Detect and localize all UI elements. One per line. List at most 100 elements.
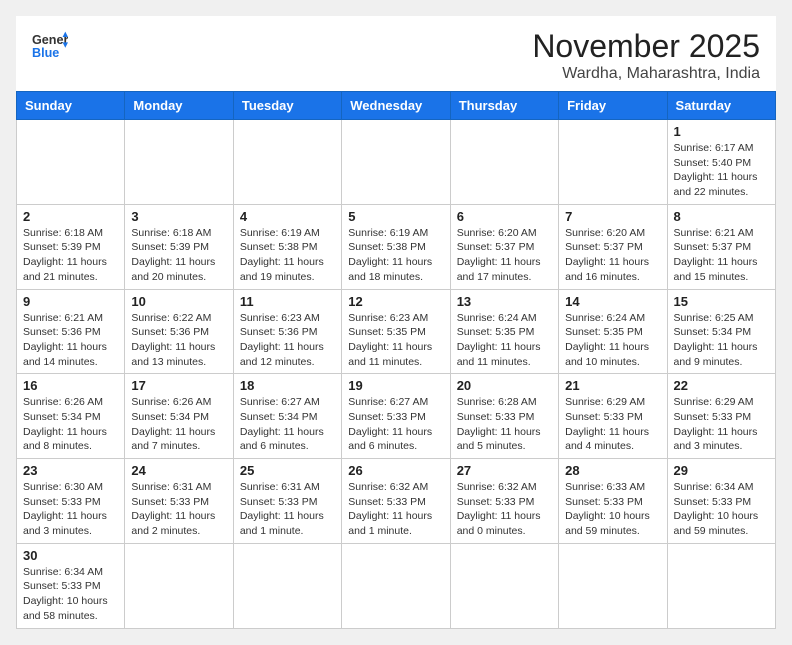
calendar-cell: 26 Sunrise: 6:32 AM Sunset: 5:33 PM Dayli…: [342, 459, 450, 544]
calendar-cell: [342, 543, 450, 628]
day-info: Sunrise: 6:23 AM Sunset: 5:36 PM Dayligh…: [240, 311, 335, 370]
calendar-cell: 2Sunrise: 6:18 AM Sunset: 5:39 PM Daylig…: [17, 204, 125, 289]
day-info: Sunrise: 6:29 AM Sunset: 5:33 PM Dayligh…: [674, 395, 769, 454]
day-info: Sunrise: 6:26 AM Sunset: 5:34 PM Dayligh…: [23, 395, 118, 454]
calendar-cell: 19Sunrise: 6:27 AM Sunset: 5:33 PM Dayli…: [342, 374, 450, 459]
weekday-header-row: SundayMondayTuesdayWednesdayThursdayFrid…: [17, 92, 776, 120]
day-info: Sunrise: 6:17 AM Sunset: 5:40 PM Dayligh…: [674, 141, 769, 200]
calendar-row: 16Sunrise: 6:26 AM Sunset: 5:34 PM Dayli…: [17, 374, 776, 459]
calendar-row: 23 Sunrise: 6:30 AM Sunset: 5:33 PM Dayli…: [17, 459, 776, 544]
day-number: 24: [131, 463, 226, 478]
calendar-cell: 30Sunrise: 6:34 AM Sunset: 5:33 PM Dayli…: [17, 543, 125, 628]
day-number: 5: [348, 209, 443, 224]
weekday-header-monday: Monday: [125, 92, 233, 120]
day-number: 27: [457, 463, 552, 478]
day-number: 12: [348, 294, 443, 309]
day-info: Sunrise: 6:28 AM Sunset: 5:33 PM Dayligh…: [457, 395, 552, 454]
weekday-header-tuesday: Tuesday: [233, 92, 341, 120]
calendar-cell: [233, 120, 341, 205]
calendar-cell: 15 Sunrise: 6:25 AM Sunset: 5:34 PM Dayli…: [667, 289, 775, 374]
day-number: 26: [348, 463, 443, 478]
day-info: Sunrise: 6:30 AM Sunset: 5:33 PM Dayligh…: [23, 480, 118, 539]
calendar-cell: 28Sunrise: 6:33 AM Sunset: 5:33 PM Dayli…: [559, 459, 667, 544]
day-number: 18: [240, 378, 335, 393]
calendar-cell: 27Sunrise: 6:32 AM Sunset: 5:33 PM Dayli…: [450, 459, 558, 544]
day-number: 1: [674, 124, 769, 139]
day-info: Sunrise: 6:22 AM Sunset: 5:36 PM Dayligh…: [131, 311, 226, 370]
calendar-cell: 29Sunrise: 6:34 AM Sunset: 5:33 PM Dayli…: [667, 459, 775, 544]
calendar-cell: 4Sunrise: 6:19 AM Sunset: 5:38 PM Daylig…: [233, 204, 341, 289]
day-info: Sunrise: 6:19 AM Sunset: 5:38 PM Dayligh…: [348, 226, 443, 285]
day-info: Sunrise: 6:18 AM Sunset: 5:39 PM Dayligh…: [23, 226, 118, 285]
day-info: Sunrise: 6:18 AM Sunset: 5:39 PM Dayligh…: [131, 226, 226, 285]
day-number: 3: [131, 209, 226, 224]
calendar-cell: [667, 543, 775, 628]
calendar-cell: 25 Sunrise: 6:31 AM Sunset: 5:33 PM Dayli…: [233, 459, 341, 544]
day-number: 13: [457, 294, 552, 309]
day-number: 8: [674, 209, 769, 224]
day-number: 28: [565, 463, 660, 478]
logo-icon: General Blue: [32, 28, 68, 64]
calendar-cell: 14 Sunrise: 6:24 AM Sunset: 5:35 PM Dayli…: [559, 289, 667, 374]
day-info: Sunrise: 6:34 AM Sunset: 5:33 PM Dayligh…: [674, 480, 769, 539]
calendar-cell: 3 Sunrise: 6:18 AM Sunset: 5:39 PM Daylig…: [125, 204, 233, 289]
calendar-cell: 22Sunrise: 6:29 AM Sunset: 5:33 PM Dayli…: [667, 374, 775, 459]
calendar-cell: [450, 543, 558, 628]
day-info: Sunrise: 6:26 AM Sunset: 5:34 PM Dayligh…: [131, 395, 226, 454]
calendar-cell: [125, 120, 233, 205]
calendar-cell: 21Sunrise: 6:29 AM Sunset: 5:33 PM Dayli…: [559, 374, 667, 459]
day-info: Sunrise: 6:20 AM Sunset: 5:37 PM Dayligh…: [565, 226, 660, 285]
day-info: Sunrise: 6:31 AM Sunset: 5:33 PM Dayligh…: [240, 480, 335, 539]
calendar-cell: 8 Sunrise: 6:21 AM Sunset: 5:37 PM Daylig…: [667, 204, 775, 289]
calendar-cell: 16Sunrise: 6:26 AM Sunset: 5:34 PM Dayli…: [17, 374, 125, 459]
header: General Blue November 2025 Wardha, Mahar…: [16, 16, 776, 91]
calendar-cell: 13 Sunrise: 6:24 AM Sunset: 5:35 PM Dayli…: [450, 289, 558, 374]
day-number: 23: [23, 463, 118, 478]
calendar-page: General Blue November 2025 Wardha, Mahar…: [16, 16, 776, 629]
calendar-row: 30Sunrise: 6:34 AM Sunset: 5:33 PM Dayli…: [17, 543, 776, 628]
calendar-cell: 1 Sunrise: 6:17 AM Sunset: 5:40 PM Daylig…: [667, 120, 775, 205]
svg-text:Blue: Blue: [32, 46, 59, 60]
calendar-table: SundayMondayTuesdayWednesdayThursdayFrid…: [16, 91, 776, 629]
calendar-cell: 12 Sunrise: 6:23 AM Sunset: 5:35 PM Dayli…: [342, 289, 450, 374]
calendar-row: 9Sunrise: 6:21 AM Sunset: 5:36 PM Daylig…: [17, 289, 776, 374]
day-number: 7: [565, 209, 660, 224]
day-number: 4: [240, 209, 335, 224]
title-area: November 2025 Wardha, Maharashtra, India: [532, 28, 760, 83]
calendar-cell: 7 Sunrise: 6:20 AM Sunset: 5:37 PM Daylig…: [559, 204, 667, 289]
calendar-cell: [17, 120, 125, 205]
calendar-cell: [342, 120, 450, 205]
day-number: 25: [240, 463, 335, 478]
day-number: 14: [565, 294, 660, 309]
day-info: Sunrise: 6:27 AM Sunset: 5:33 PM Dayligh…: [348, 395, 443, 454]
day-number: 21: [565, 378, 660, 393]
calendar-cell: 6Sunrise: 6:20 AM Sunset: 5:37 PM Daylig…: [450, 204, 558, 289]
day-number: 20: [457, 378, 552, 393]
logo: General Blue: [32, 28, 68, 64]
weekday-header-friday: Friday: [559, 92, 667, 120]
day-info: Sunrise: 6:21 AM Sunset: 5:36 PM Dayligh…: [23, 311, 118, 370]
calendar-row: 2Sunrise: 6:18 AM Sunset: 5:39 PM Daylig…: [17, 204, 776, 289]
day-info: Sunrise: 6:24 AM Sunset: 5:35 PM Dayligh…: [457, 311, 552, 370]
day-info: Sunrise: 6:21 AM Sunset: 5:37 PM Dayligh…: [674, 226, 769, 285]
calendar-cell: [233, 543, 341, 628]
calendar-row: 1 Sunrise: 6:17 AM Sunset: 5:40 PM Daylig…: [17, 120, 776, 205]
calendar-cell: 9Sunrise: 6:21 AM Sunset: 5:36 PM Daylig…: [17, 289, 125, 374]
day-info: Sunrise: 6:25 AM Sunset: 5:34 PM Dayligh…: [674, 311, 769, 370]
day-info: Sunrise: 6:27 AM Sunset: 5:34 PM Dayligh…: [240, 395, 335, 454]
day-number: 17: [131, 378, 226, 393]
calendar-cell: [559, 543, 667, 628]
calendar-cell: 20 Sunrise: 6:28 AM Sunset: 5:33 PM Dayli…: [450, 374, 558, 459]
day-info: Sunrise: 6:32 AM Sunset: 5:33 PM Dayligh…: [348, 480, 443, 539]
calendar-cell: [559, 120, 667, 205]
calendar-cell: 5 Sunrise: 6:19 AM Sunset: 5:38 PM Daylig…: [342, 204, 450, 289]
weekday-header-wednesday: Wednesday: [342, 92, 450, 120]
day-info: Sunrise: 6:24 AM Sunset: 5:35 PM Dayligh…: [565, 311, 660, 370]
day-number: 15: [674, 294, 769, 309]
calendar-cell: [450, 120, 558, 205]
weekday-header-saturday: Saturday: [667, 92, 775, 120]
calendar-subtitle: Wardha, Maharashtra, India: [532, 65, 760, 83]
day-info: Sunrise: 6:23 AM Sunset: 5:35 PM Dayligh…: [348, 311, 443, 370]
calendar-cell: 24Sunrise: 6:31 AM Sunset: 5:33 PM Dayli…: [125, 459, 233, 544]
day-number: 6: [457, 209, 552, 224]
